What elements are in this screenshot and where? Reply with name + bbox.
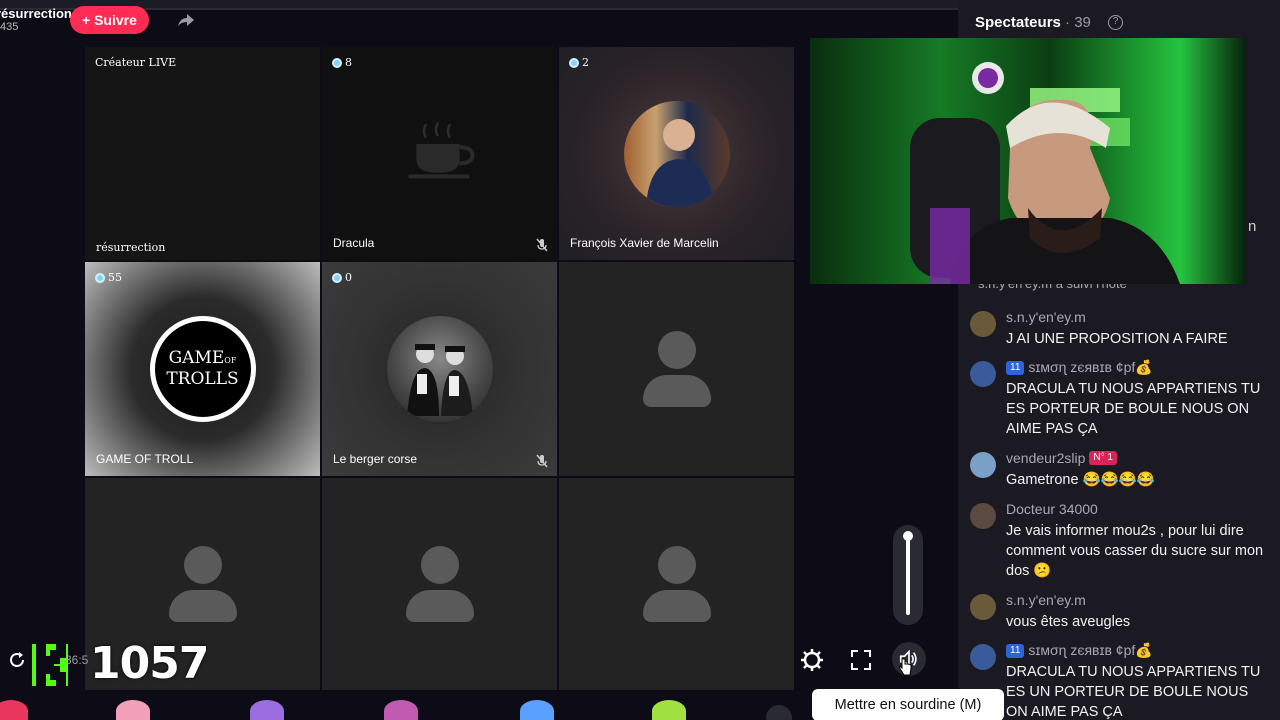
guest-tile-game-of-troll[interactable]: 55 GAMEOF TROLLS GAME OF TROLL xyxy=(85,262,320,476)
username-text: sɪмσɳ zєявɪв ¢pf💰 xyxy=(1028,359,1153,375)
chat-clipped-text: n xyxy=(1248,218,1257,235)
person-placeholder-icon xyxy=(642,546,711,622)
gift-count-badge: 2 xyxy=(569,56,589,69)
guest-grid: Créateur LIVE résurrection 8 Dracula 2 F… xyxy=(85,47,794,690)
avatar[interactable] xyxy=(970,594,996,620)
gift-count-badge: 0 xyxy=(332,271,352,284)
guest-name: résurrection xyxy=(96,241,166,254)
chat-text: DRACULA TU NOUS APPARTIENS TU ES UN PORT… xyxy=(1006,664,1261,720)
avatar[interactable] xyxy=(970,644,996,670)
avatar[interactable] xyxy=(970,311,996,337)
chat-username[interactable]: 11 sɪмσɳ zєявɪв ¢pf💰 xyxy=(1006,642,1153,659)
guest-name: Le berger corse xyxy=(333,452,418,466)
chat-text: J AI UNE PROPOSITION A FAIRE xyxy=(1006,331,1228,347)
live-page: résurrection 435 + Suivre Créateur LIVE … xyxy=(0,0,1280,720)
username-text: s.n.y'en'ey.m xyxy=(1006,592,1086,608)
guest-tile-francois[interactable]: 2 François Xavier de Marcelin xyxy=(559,47,794,260)
avatar[interactable] xyxy=(970,361,996,387)
person-placeholder-icon xyxy=(168,546,237,622)
avatar[interactable] xyxy=(970,503,996,529)
fullscreen-icon[interactable] xyxy=(849,648,873,672)
person-placeholder-icon xyxy=(405,546,474,622)
coffee-cup-icon xyxy=(408,121,475,179)
refresh-icon[interactable] xyxy=(8,651,26,669)
username-text: vendeur2slip xyxy=(1006,450,1086,466)
empty-seat-tile[interactable] xyxy=(559,478,794,690)
guest-tile-host[interactable]: Créateur LIVE résurrection xyxy=(85,47,320,260)
viewers-header[interactable]: Spectateurs · 39 xyxy=(975,14,1091,31)
chat-username[interactable]: s.n.y'en'ey.m xyxy=(1006,309,1086,325)
empty-seat-tile[interactable] xyxy=(322,478,557,690)
gift-car-icon[interactable] xyxy=(384,700,418,720)
chat-username[interactable]: vendeur2slip N° 1 xyxy=(1006,450,1117,466)
empty-seat-tile[interactable] xyxy=(559,262,794,476)
host-follower-count: 435 xyxy=(0,21,19,33)
guest-avatar-photo xyxy=(623,100,730,207)
guest-avatar-photo xyxy=(386,316,493,422)
guest-name: François Xavier de Marcelin xyxy=(570,236,719,250)
chat-text: Je vais informer mou2s , pour lui dire c… xyxy=(1006,523,1264,579)
kick-viewer-count: 1057 xyxy=(90,638,209,689)
help-icon[interactable]: ? xyxy=(1108,15,1123,30)
chat-username[interactable]: Docteur 34000 xyxy=(1006,501,1098,517)
username-text: Docteur 34000 xyxy=(1006,501,1098,517)
gift-heart-hands-icon[interactable] xyxy=(116,700,150,720)
settings-gear-icon[interactable] xyxy=(800,648,824,672)
gift-rose-icon[interactable] xyxy=(0,700,28,720)
chat-username[interactable]: s.n.y'en'ey.m xyxy=(1006,592,1086,608)
follow-button[interactable]: + Suivre xyxy=(70,6,149,34)
gift-rocket-icon[interactable] xyxy=(652,700,686,720)
mic-muted-icon xyxy=(536,238,548,252)
volume-slider[interactable] xyxy=(893,525,923,625)
gift-count-badge: 55 xyxy=(95,271,122,284)
host-name[interactable]: résurrection xyxy=(0,6,72,21)
gift-sparkle-icon[interactable] xyxy=(520,700,554,720)
share-icon[interactable] xyxy=(176,10,196,30)
chat-text: vous êtes aveugles xyxy=(1006,614,1131,630)
chat-username[interactable]: 11 sɪмσɳ zєявɪв ¢pf💰 xyxy=(1006,359,1153,376)
kick-logo-icon xyxy=(32,644,68,686)
guest-tile-berger-corse[interactable]: 0 Le berger corse xyxy=(322,262,557,476)
level-badge: 11 xyxy=(1006,643,1025,658)
mouse-cursor-icon xyxy=(899,658,912,676)
creator-live-badge: Créateur LIVE xyxy=(95,56,177,69)
guest-tile-dracula[interactable]: 8 Dracula xyxy=(322,47,557,260)
mic-muted-icon xyxy=(536,454,548,468)
timer-text: 36:5 xyxy=(65,653,89,667)
guest-name: Dracula xyxy=(333,236,375,250)
gift-count-badge: 8 xyxy=(332,56,352,69)
mute-tooltip: Mettre en sourdine (M) xyxy=(812,689,1004,720)
gift-swan-icon[interactable] xyxy=(250,700,284,720)
username-text: sɪмσɳ zєявɪв ¢pf💰 xyxy=(1028,642,1153,658)
streamer-camera-image xyxy=(810,38,1246,284)
guest-name: GAME OF TROLL xyxy=(96,452,194,466)
streamer-camera xyxy=(810,38,1246,284)
level-badge: 11 xyxy=(1006,360,1025,375)
game-of-trolls-logo: GAMEOF TROLLS xyxy=(149,316,256,422)
person-placeholder-icon xyxy=(642,331,711,407)
username-text: s.n.y'en'ey.m xyxy=(1006,309,1086,325)
rank-badge: N° 1 xyxy=(1089,451,1117,465)
chat-text: Gametrone 😂😂😂😂 xyxy=(1006,472,1155,488)
chat-text: DRACULA TU NOUS APPARTIENS TU ES PORTEUR… xyxy=(1006,381,1261,437)
avatar[interactable] xyxy=(970,452,996,478)
